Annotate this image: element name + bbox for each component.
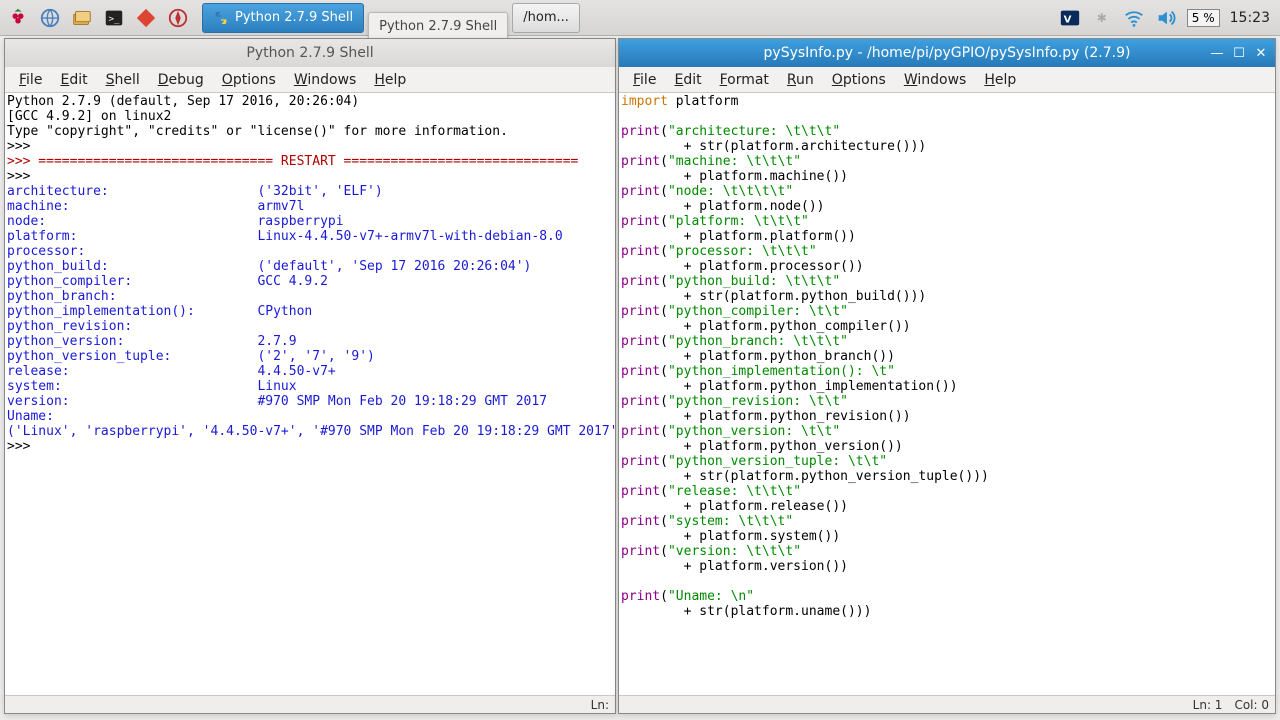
code-editor[interactable]: import platform print("architecture: \t\… bbox=[619, 93, 1275, 695]
web-browser-icon[interactable] bbox=[36, 4, 64, 32]
volume-icon[interactable] bbox=[1155, 7, 1177, 29]
wolfram-icon[interactable] bbox=[164, 4, 192, 32]
editor-window: pySysInfo.py - /home/pi/pyGPIO/pySysInfo… bbox=[618, 38, 1276, 714]
terminal-icon[interactable]: >_ bbox=[100, 4, 128, 32]
window-titlebar[interactable]: Python 2.7.9 Shell bbox=[5, 39, 615, 67]
cpu-usage[interactable]: 5 % bbox=[1187, 9, 1220, 27]
status-ln: Ln: 1 bbox=[1193, 698, 1223, 712]
wifi-icon[interactable] bbox=[1123, 7, 1145, 29]
menu-format[interactable]: Format bbox=[712, 70, 777, 90]
shell-output[interactable]: Python 2.7.9 (default, Sep 17 2016, 20:2… bbox=[5, 93, 615, 695]
menubar: FileEditShellDebugOptionsWindowsHelp bbox=[5, 67, 615, 93]
raspberry-menu-icon[interactable] bbox=[4, 4, 32, 32]
menubar: FileEditFormatRunOptionsWindowsHelp bbox=[619, 67, 1275, 93]
menu-options[interactable]: Options bbox=[824, 70, 894, 90]
menu-edit[interactable]: Edit bbox=[52, 70, 95, 90]
maximize-button[interactable]: ☐ bbox=[1229, 43, 1249, 63]
menu-windows[interactable]: Windows bbox=[286, 70, 365, 90]
window-title: pySysInfo.py - /home/pi/pyGPIO/pySysInfo… bbox=[764, 45, 1131, 61]
menu-file[interactable]: File bbox=[625, 70, 664, 90]
menu-debug[interactable]: Debug bbox=[150, 70, 212, 90]
taskbar-task-other[interactable]: /hom... bbox=[512, 3, 580, 33]
menu-options[interactable]: Options bbox=[214, 70, 284, 90]
file-manager-icon[interactable] bbox=[68, 4, 96, 32]
menu-file[interactable]: File bbox=[11, 70, 50, 90]
status-ln: Ln: bbox=[591, 698, 609, 712]
close-button[interactable]: ✕ bbox=[1251, 43, 1271, 63]
minimize-button[interactable]: — bbox=[1207, 43, 1227, 63]
taskbar-task-label: Python 2.7.9 Shell bbox=[235, 10, 353, 25]
menu-help[interactable]: Help bbox=[976, 70, 1024, 90]
menu-edit[interactable]: Edit bbox=[666, 70, 709, 90]
svg-text:>_: >_ bbox=[109, 13, 121, 24]
menu-shell[interactable]: Shell bbox=[98, 70, 148, 90]
statusbar: Ln: 1 Col: 0 bbox=[619, 695, 1275, 713]
svg-text:V: V bbox=[1063, 14, 1071, 25]
clock[interactable]: 15:23 bbox=[1230, 10, 1270, 26]
menu-run[interactable]: Run bbox=[779, 70, 822, 90]
status-col: Col: 0 bbox=[1234, 698, 1269, 712]
system-tray: V ✱ 5 % 15:23 bbox=[1059, 7, 1276, 29]
menu-windows[interactable]: Windows bbox=[896, 70, 975, 90]
statusbar: Ln: bbox=[5, 695, 615, 713]
taskbar-task-python-shell[interactable]: Python 2.7.9 Shell bbox=[202, 3, 364, 33]
window-titlebar[interactable]: pySysInfo.py - /home/pi/pyGPIO/pySysInfo… bbox=[619, 39, 1275, 67]
vnc-icon[interactable]: V bbox=[1059, 7, 1081, 29]
mathematica-icon[interactable] bbox=[132, 4, 160, 32]
bluetooth-icon[interactable]: ✱ bbox=[1091, 7, 1113, 29]
window-title: Python 2.7.9 Shell bbox=[246, 45, 373, 61]
python-shell-window: Python 2.7.9 Shell FileEditShellDebugOpt… bbox=[4, 38, 616, 714]
menu-help[interactable]: Help bbox=[366, 70, 414, 90]
taskbar: >_ Python 2.7.9 Shell Python 2.7.9 Shell… bbox=[0, 0, 1280, 36]
